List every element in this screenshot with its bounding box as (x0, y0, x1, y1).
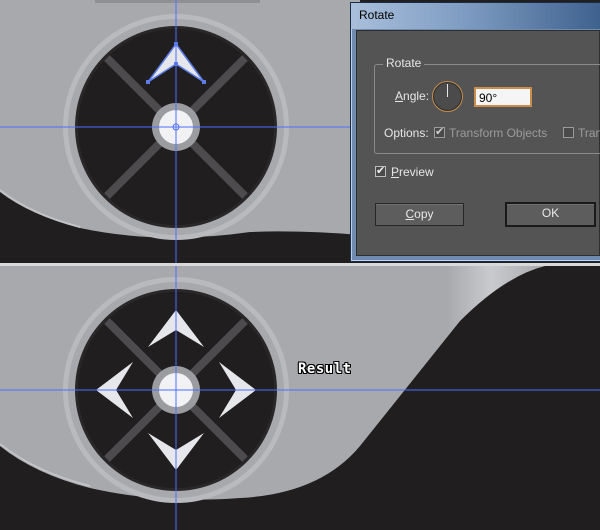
dial-needle (447, 84, 448, 97)
group-title: Rotate (383, 56, 425, 70)
check-icon: ✔ (435, 126, 445, 138)
transform-patterns-label: Tran (578, 126, 600, 140)
angle-label-mnemonic: A (395, 89, 404, 103)
anchor-point[interactable] (202, 80, 206, 84)
anchor-point[interactable] (146, 80, 150, 84)
preview-text: review (399, 165, 434, 179)
transform-objects-label: Transform Objects (449, 126, 548, 140)
copy-mnemonic: C (405, 207, 415, 221)
result-label: Result (298, 361, 352, 377)
copy-button[interactable]: Copy (375, 203, 464, 226)
transform-patterns-checkbox[interactable] (563, 127, 574, 138)
angle-dial[interactable] (432, 81, 463, 112)
preview-label[interactable]: Preview (391, 165, 434, 179)
bottom-artwork (0, 266, 600, 530)
angle-label: Angle: (395, 89, 429, 103)
ok-button[interactable]: OK (505, 202, 596, 227)
top-artboard: Rotate Rotate Angle: 90° Options: ✔ Tran… (0, 0, 600, 263)
copy-text: opy (414, 207, 434, 221)
angle-input[interactable]: 90° (474, 87, 532, 107)
angle-label-text: ngle: (403, 89, 430, 103)
dialog-title: Rotate (359, 8, 395, 22)
options-label: Options: (384, 126, 429, 140)
dialog-body: Rotate Angle: 90° Options: ✔ Transform O… (356, 30, 600, 256)
top-edge (95, 0, 260, 3)
dialog-titlebar[interactable]: Rotate (351, 3, 600, 29)
rotate-group: Rotate (374, 56, 600, 154)
bottom-artboard (0, 266, 600, 530)
check-icon: ✔ (376, 165, 386, 177)
preview-mnemonic: P (391, 165, 400, 179)
transform-objects-checkbox[interactable]: ✔ (434, 126, 445, 138)
angle-value: 90° (479, 91, 498, 105)
preview-checkbox[interactable]: ✔ (375, 165, 386, 177)
rotate-dialog: Rotate Rotate Angle: 90° Options: ✔ Tran… (350, 2, 600, 262)
